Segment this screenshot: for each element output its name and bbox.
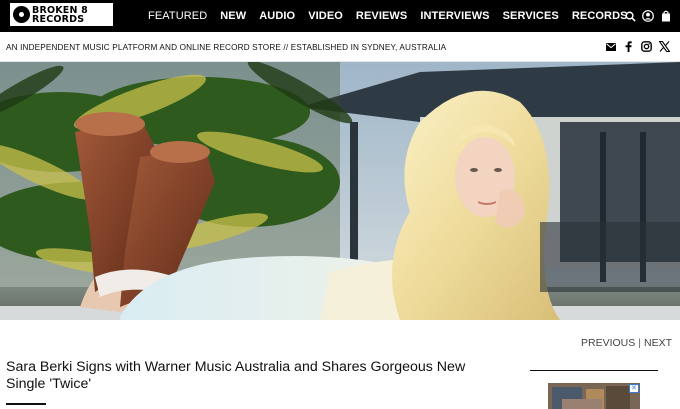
x-icon[interactable] — [659, 41, 670, 52]
nav-item-audio[interactable]: AUDIO — [259, 10, 295, 22]
ad-image — [548, 383, 640, 409]
header-icons — [618, 0, 672, 32]
strapline-text: AN INDEPENDENT MUSIC PLATFORM AND ONLINE… — [6, 43, 447, 52]
title-divider — [6, 403, 46, 405]
article-pager: PREVIOUS | NEXT — [581, 337, 672, 349]
logo-line-2: RECORDS — [32, 13, 85, 25]
site-strapline: AN INDEPENDENT MUSIC PLATFORM AND ONLINE… — [0, 33, 680, 62]
sidebar-divider — [530, 370, 658, 371]
nav-item-featured[interactable]: FEATURED — [148, 10, 207, 22]
user-icon[interactable] — [642, 10, 654, 22]
email-icon[interactable] — [605, 41, 616, 52]
instagram-icon[interactable] — [641, 41, 652, 52]
nav-item-new[interactable]: NEW — [220, 10, 246, 22]
next-link[interactable]: NEXT — [644, 337, 672, 349]
broken8-records-logo[interactable]: BROKEN 8 RECORDS — [10, 3, 113, 26]
shopping-bag-icon[interactable] — [660, 10, 672, 22]
hero-article-image[interactable] — [0, 62, 680, 320]
hero-photo-illustration — [0, 62, 680, 320]
article-title: Sara Berki Signs with Warner Music Austr… — [6, 359, 466, 392]
nav-item-video[interactable]: VIDEO — [308, 10, 343, 22]
sidebar-ad[interactable]: ✕ — [548, 383, 640, 409]
search-icon[interactable] — [624, 10, 636, 22]
top-navigation-bar: BROKEN 8 RECORDS FEATURED NEW AUDIO VIDE… — [0, 0, 680, 32]
ad-close-icon[interactable]: ✕ — [629, 384, 639, 393]
logo-wordmark: BROKEN 8 RECORDS — [32, 5, 88, 25]
vinyl-disc-icon — [13, 6, 30, 23]
previous-link[interactable]: PREVIOUS — [581, 337, 635, 349]
pager-separator: | — [638, 337, 641, 349]
nav-item-services[interactable]: SERVICES — [503, 10, 559, 22]
facebook-icon[interactable] — [623, 41, 634, 52]
social-links — [598, 41, 670, 52]
nav-item-reviews[interactable]: REVIEWS — [356, 10, 407, 22]
nav-item-interviews[interactable]: INTERVIEWS — [420, 10, 489, 22]
main-nav: FEATURED NEW AUDIO VIDEO REVIEWS INTERVI… — [148, 0, 641, 32]
